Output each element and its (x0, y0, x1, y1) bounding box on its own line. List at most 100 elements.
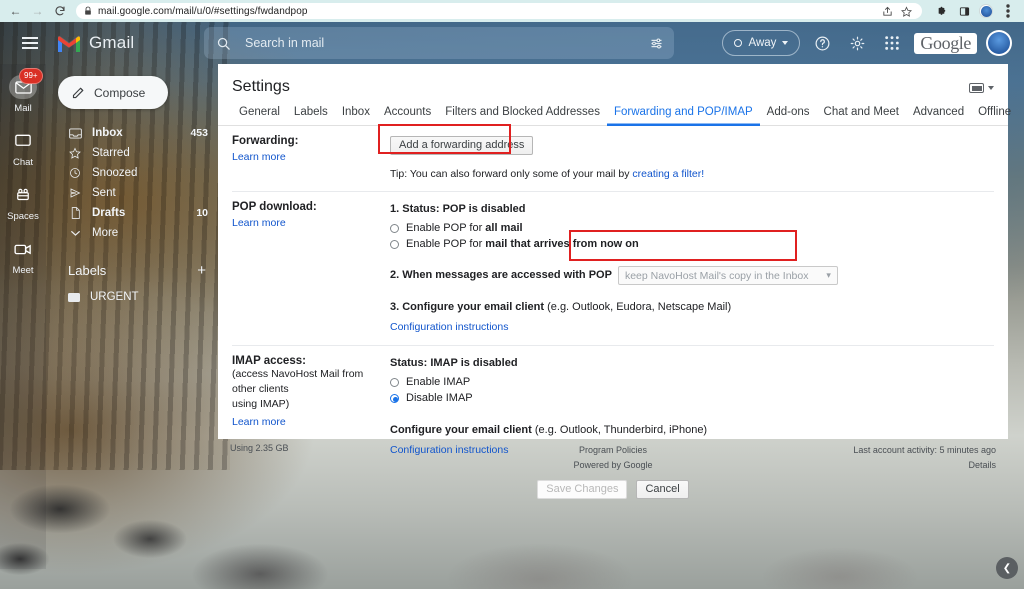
imap-configure-rest: (e.g. Outlook, Thunderbird, iPhone) (532, 424, 707, 436)
labels-header: Labels + (46, 263, 218, 278)
puzzle-piece-icon[interactable] (933, 3, 949, 19)
page-title: Settings (232, 78, 290, 98)
three-dot-menu-icon[interactable] (1000, 3, 1016, 19)
tab-chat-and-meet[interactable]: Chat and Meet (817, 98, 906, 126)
tab-offline[interactable]: Offline (971, 98, 1018, 126)
chevron-down-icon (68, 229, 82, 237)
sidebar-item-sent[interactable]: Sent (46, 183, 218, 203)
main-menu-icon[interactable] (16, 29, 44, 57)
activity-details-link[interactable]: Details (741, 458, 996, 473)
pop-step-3-bold: 3. Configure your email client (390, 301, 544, 313)
create-filter-link[interactable]: creating a filter! (632, 168, 704, 180)
pop-action-select[interactable]: keep NavoHost Mail's copy in the Inbox ▾ (618, 266, 838, 285)
tab-accounts[interactable]: Accounts (377, 98, 438, 126)
imap-sub-line-2: using IMAP) (232, 397, 384, 412)
settings-header: Settings (218, 64, 1008, 98)
imap-configure-client: Configure your email client (e.g. Outloo… (390, 422, 994, 440)
help-icon[interactable] (809, 30, 835, 56)
imap-enable-option[interactable]: Enable IMAP (390, 376, 994, 388)
back-arrow-icon[interactable]: ← (8, 4, 23, 19)
add-forwarding-address-button[interactable]: Add a forwarding address (390, 136, 533, 155)
mail-nav: Compose Inbox 453 Starred (46, 64, 218, 569)
rail-item-mail[interactable]: 99+ Mail (0, 74, 46, 114)
search-options-icon[interactable] (649, 36, 664, 51)
tab-inbox[interactable]: Inbox (335, 98, 377, 126)
address-bar[interactable]: mail.google.com/mail/u/0/#settings/fwdan… (76, 3, 922, 19)
profile-avatar-icon[interactable] (979, 4, 993, 18)
radio-button[interactable] (390, 394, 399, 403)
forwarding-tip: Tip: You can also forward only some of y… (390, 168, 994, 180)
storage-usage: Using 2.35 GB (230, 443, 485, 474)
lock-icon (84, 6, 92, 16)
forwarding-learn-more-link[interactable]: Learn more (232, 151, 286, 163)
reload-icon[interactable] (52, 4, 67, 19)
tab-general[interactable]: General (232, 98, 287, 126)
avatar[interactable] (986, 30, 1012, 56)
list-item[interactable]: URGENT (46, 287, 218, 307)
status-label: Away (748, 37, 776, 49)
pop-step-2-label: 2. When messages are accessed with POP (390, 267, 612, 285)
tab-labels[interactable]: Labels (287, 98, 335, 126)
gear-icon[interactable] (844, 30, 870, 56)
radio-button[interactable] (390, 378, 399, 387)
star-icon[interactable] (898, 3, 914, 19)
inbox-icon (68, 128, 82, 139)
chevron-left-icon[interactable]: ❮ (996, 557, 1018, 579)
google-apps-grid-icon[interactable] (879, 30, 905, 56)
spaces-icon (14, 188, 32, 202)
pop-learn-more-link[interactable]: Learn more (232, 217, 286, 229)
cancel-button[interactable]: Cancel (636, 480, 688, 499)
sidebar-item-starred[interactable]: Starred (46, 143, 218, 163)
unread-badge: 99+ (19, 68, 43, 84)
nav-label: Drafts (92, 207, 125, 219)
labels-title: Labels (68, 263, 106, 278)
program-policies-link[interactable]: Program Policies (485, 443, 740, 458)
share-icon[interactable] (879, 3, 895, 19)
pop-option-1-label: Enable POP for all mail (406, 222, 523, 234)
status-badge[interactable]: Away (722, 30, 800, 56)
pop-option-2-label: Enable POP for mail that arrives from no… (406, 238, 639, 250)
sidebar-item-more[interactable]: More (46, 223, 218, 243)
pop-configuration-instructions-link[interactable]: Configuration instructions (390, 321, 508, 333)
rail-label-chat: Chat (13, 157, 33, 168)
tab-advanced[interactable]: Advanced (906, 98, 971, 126)
search-placeholder: Search in mail (245, 36, 635, 50)
side-panel-icon[interactable] (956, 3, 972, 19)
imap-label: IMAP access: (232, 355, 384, 367)
display-density-icon[interactable] (969, 83, 994, 98)
tab-add-ons[interactable]: Add-ons (760, 98, 817, 126)
gmail-logo[interactable]: Gmail (56, 33, 196, 53)
away-circle-icon (734, 39, 742, 47)
imap-enable-label: Enable IMAP (406, 376, 470, 388)
search-input[interactable]: Search in mail (204, 27, 674, 59)
rail-item-chat[interactable]: Chat (0, 128, 46, 168)
imap-status: Status: IMAP is disabled (390, 355, 994, 373)
pop-enable-from-now-option[interactable]: Enable POP for mail that arrives from no… (390, 238, 994, 250)
sidebar-item-inbox[interactable]: Inbox 453 (46, 123, 218, 143)
url-text: mail.google.com/mail/u/0/#settings/fwdan… (98, 6, 308, 17)
gmail-m-icon (56, 34, 82, 53)
sidebar-item-snoozed[interactable]: Snoozed (46, 163, 218, 183)
save-changes-button[interactable]: Save Changes (537, 480, 627, 499)
forward-arrow-icon: → (30, 4, 45, 19)
nav-label: Inbox (92, 127, 123, 139)
meet-camera-icon (14, 243, 32, 256)
status-bar: Using 2.35 GB Program Policies Powered b… (218, 439, 1008, 477)
tab-themes[interactable]: Themes (1018, 98, 1024, 126)
rail-item-meet[interactable]: Meet (0, 236, 46, 276)
radio-button[interactable] (390, 224, 399, 233)
rail-label-spaces: Spaces (7, 211, 39, 222)
compose-button[interactable]: Compose (58, 76, 168, 109)
send-icon (68, 187, 82, 199)
tab-filters-and-blocked-addresses[interactable]: Filters and Blocked Addresses (438, 98, 607, 126)
tab-forwarding-and-pop-imap[interactable]: Forwarding and POP/IMAP (607, 98, 760, 126)
imap-learn-more-link[interactable]: Learn more (232, 416, 286, 428)
rail-item-spaces[interactable]: Spaces (0, 182, 46, 222)
plus-icon[interactable]: + (197, 263, 206, 278)
sidebar-item-drafts[interactable]: Drafts 10 (46, 203, 218, 223)
gmail-brand-text: Gmail (89, 33, 134, 53)
imap-disable-option[interactable]: Disable IMAP (390, 392, 994, 404)
radio-button[interactable] (390, 240, 399, 249)
pop-status: 1. Status: POP is disabled (390, 201, 994, 219)
pop-enable-all-mail-option[interactable]: Enable POP for all mail (390, 222, 994, 234)
